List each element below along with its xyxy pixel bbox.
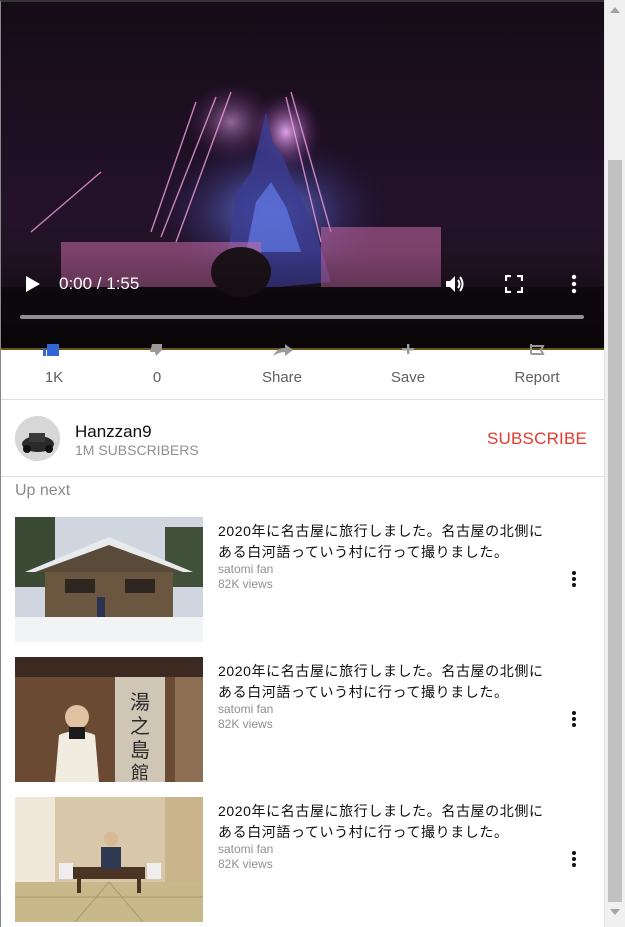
video-views: 82K views bbox=[218, 857, 273, 871]
video-title[interactable]: 2020年に名古屋に旅行しました。名古屋の北側にある白河語っていう村に行って撮り… bbox=[218, 661, 558, 703]
report-button[interactable]: Report bbox=[497, 344, 577, 400]
report-label: Report bbox=[514, 369, 560, 386]
dislike-button[interactable]: 0 bbox=[117, 344, 197, 400]
video-channel: satomi fan bbox=[218, 702, 274, 716]
player-controls-overlay bbox=[1, 250, 604, 350]
subscriber-count: 1M SUBSCRIBERS bbox=[75, 442, 199, 458]
list-item[interactable]: 2020年に名古屋に旅行しました。名古屋の北側にある白河語っていう村に行って撮り… bbox=[15, 797, 595, 922]
time-display: 0:00 / 1:55 bbox=[59, 274, 140, 293]
thumbs-down-icon bbox=[150, 344, 162, 356]
flag-icon bbox=[530, 344, 545, 355]
page-frame: 0:00 / 1:55 1K 0 Share Save Report Hanzz… bbox=[0, 0, 604, 927]
progress-bar[interactable] bbox=[20, 315, 584, 319]
item-menu-icon[interactable] bbox=[568, 850, 580, 868]
channel-name[interactable]: Hanzzan9 bbox=[75, 422, 152, 442]
subscribe-button[interactable]: SUBSCRIBE bbox=[487, 429, 587, 449]
more-options-icon[interactable] bbox=[565, 274, 583, 294]
video-channel: satomi fan bbox=[218, 562, 274, 576]
add-to-playlist-icon bbox=[402, 344, 414, 354]
video-thumbnail[interactable] bbox=[15, 797, 203, 922]
scroll-down-arrow-icon[interactable] bbox=[610, 909, 620, 915]
share-button[interactable]: Share bbox=[242, 344, 322, 400]
video-actions-row: 1K 0 Share Save Report bbox=[1, 344, 604, 400]
video-channel: satomi fan bbox=[218, 842, 274, 856]
list-item[interactable]: 湯 之 島 館 2020年に名古屋に旅行しました。名古屋の北側にある白河語ってい… bbox=[15, 657, 595, 782]
scrollbar-thumb[interactable] bbox=[608, 160, 622, 902]
svg-text:之: 之 bbox=[130, 714, 150, 738]
thumbs-up-icon bbox=[43, 344, 59, 356]
dislike-count: 0 bbox=[152, 369, 162, 386]
fullscreen-icon[interactable] bbox=[505, 275, 523, 293]
video-views: 82K views bbox=[218, 717, 273, 731]
scroll-up-arrow-icon[interactable] bbox=[610, 7, 620, 13]
video-thumbnail[interactable]: 湯 之 島 館 bbox=[15, 657, 203, 782]
channel-avatar[interactable] bbox=[15, 416, 60, 461]
avatar-image bbox=[15, 416, 60, 461]
list-item[interactable]: 2020年に名古屋に旅行しました。名古屋の北側にある白河語っていう村に行って撮り… bbox=[15, 517, 595, 642]
up-next-heading: Up next bbox=[15, 482, 71, 499]
svg-text:湯: 湯 bbox=[130, 690, 150, 714]
channel-row: Hanzzan9 1M SUBSCRIBERS SUBSCRIBE bbox=[1, 401, 604, 477]
play-icon[interactable] bbox=[21, 272, 43, 296]
volume-icon[interactable] bbox=[444, 273, 466, 295]
page-scrollbar[interactable] bbox=[604, 0, 625, 927]
svg-text:島: 島 bbox=[130, 738, 150, 762]
share-icon bbox=[273, 344, 293, 356]
svg-text:館: 館 bbox=[131, 763, 149, 782]
video-title[interactable]: 2020年に名古屋に旅行しました。名古屋の北側にある白河語っていう村に行って撮り… bbox=[218, 521, 558, 563]
video-player[interactable]: 0:00 / 1:55 bbox=[1, 2, 604, 350]
save-label: Save bbox=[390, 369, 426, 386]
item-menu-icon[interactable] bbox=[568, 570, 580, 588]
like-count: 1K bbox=[44, 369, 64, 386]
item-menu-icon[interactable] bbox=[568, 710, 580, 728]
share-label: Share bbox=[261, 369, 303, 386]
video-views: 82K views bbox=[218, 577, 273, 591]
save-button[interactable]: Save bbox=[368, 344, 448, 400]
video-title[interactable]: 2020年に名古屋に旅行しました。名古屋の北側にある白河語っていう村に行って撮り… bbox=[218, 801, 558, 843]
like-button[interactable]: 1K bbox=[14, 344, 94, 400]
video-thumbnail[interactable] bbox=[15, 517, 203, 642]
